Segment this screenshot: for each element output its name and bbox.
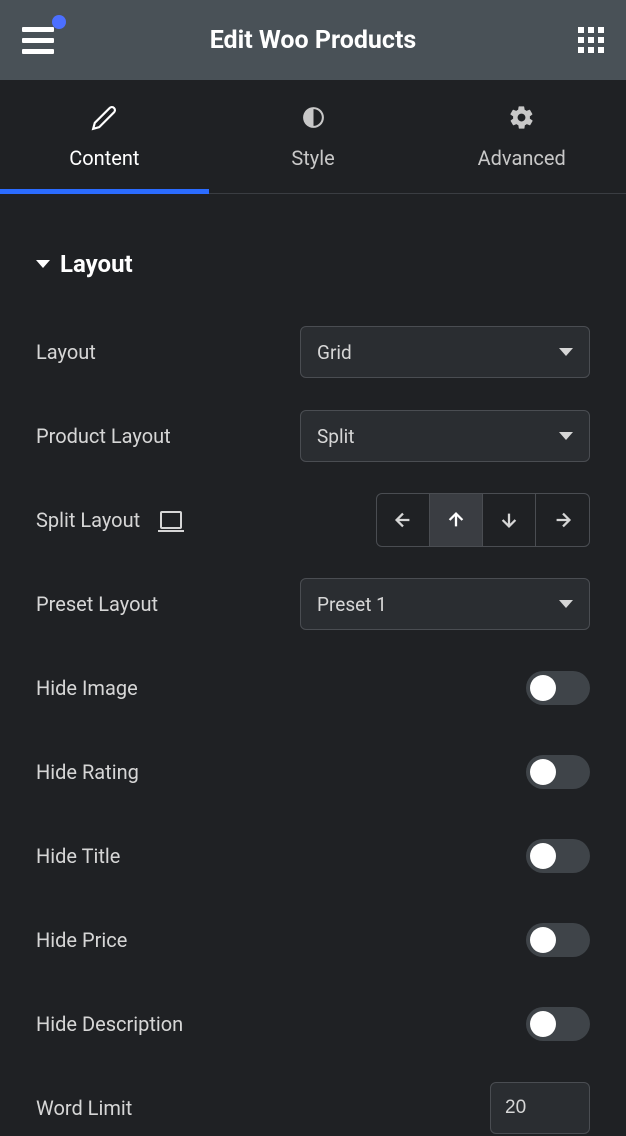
hide-description-toggle[interactable]	[526, 1007, 590, 1041]
tab-label: Advanced	[478, 146, 566, 170]
hide-image-toggle[interactable]	[526, 671, 590, 705]
control-product-layout: Product Layout Split	[36, 408, 590, 464]
chevron-down-icon	[559, 432, 573, 440]
control-label: Hide Price	[36, 928, 127, 952]
control-label: Hide Rating	[36, 760, 139, 784]
hide-rating-toggle[interactable]	[526, 755, 590, 789]
select-value: Preset 1	[317, 593, 387, 616]
tab-advanced[interactable]: Advanced	[417, 80, 626, 193]
gear-icon	[508, 104, 536, 132]
control-word-limit: Word Limit	[36, 1080, 590, 1136]
control-hide-rating: Hide Rating	[36, 744, 590, 800]
chevron-down-icon	[559, 600, 573, 608]
word-limit-input[interactable]	[490, 1082, 590, 1134]
hide-title-toggle[interactable]	[526, 839, 590, 873]
chevron-down-icon	[559, 348, 573, 356]
tabs-bar: Content Style Advanced	[0, 80, 626, 194]
control-label: Word Limit	[36, 1096, 132, 1120]
control-hide-image: Hide Image	[36, 660, 590, 716]
apps-button[interactable]	[578, 27, 604, 53]
arrow-right-button[interactable]	[536, 494, 589, 546]
control-label: Hide Title	[36, 844, 120, 868]
caret-down-icon	[36, 260, 50, 268]
tab-content[interactable]: Content	[0, 80, 209, 193]
split-layout-buttons	[376, 493, 590, 547]
control-label: Hide Image	[36, 676, 138, 700]
control-label: Product Layout	[36, 424, 171, 448]
select-value: Split	[317, 425, 354, 448]
notification-dot	[52, 15, 66, 29]
select-value: Grid	[317, 341, 352, 364]
page-title: Edit Woo Products	[210, 26, 417, 55]
arrow-up-button[interactable]	[430, 494, 483, 546]
control-label: Split Layout	[36, 508, 182, 532]
control-label: Hide Description	[36, 1012, 183, 1036]
product-layout-select[interactable]: Split	[300, 410, 590, 462]
section-title: Layout	[60, 250, 133, 278]
menu-button[interactable]	[22, 27, 54, 54]
tab-label: Content	[69, 146, 139, 170]
control-label: Preset Layout	[36, 592, 158, 616]
desktop-icon[interactable]	[160, 511, 182, 529]
control-hide-price: Hide Price	[36, 912, 590, 968]
control-layout: Layout Grid	[36, 324, 590, 380]
control-preset-layout: Preset Layout Preset 1	[36, 576, 590, 632]
contrast-icon	[299, 104, 327, 132]
control-label: Layout	[36, 340, 96, 364]
control-split-layout: Split Layout	[36, 492, 590, 548]
arrow-left-button[interactable]	[377, 494, 430, 546]
section-header-layout[interactable]: Layout	[36, 222, 590, 296]
tab-style[interactable]: Style	[209, 80, 418, 193]
pencil-icon	[90, 104, 118, 132]
control-hide-description: Hide Description	[36, 996, 590, 1052]
layout-select[interactable]: Grid	[300, 326, 590, 378]
control-hide-title: Hide Title	[36, 828, 590, 884]
hide-price-toggle[interactable]	[526, 923, 590, 957]
editor-header: Edit Woo Products	[0, 0, 626, 80]
preset-layout-select[interactable]: Preset 1	[300, 578, 590, 630]
tab-label: Style	[291, 146, 334, 170]
arrow-down-button[interactable]	[483, 494, 536, 546]
settings-panel: Layout Layout Grid Product Layout Split …	[0, 194, 626, 1136]
